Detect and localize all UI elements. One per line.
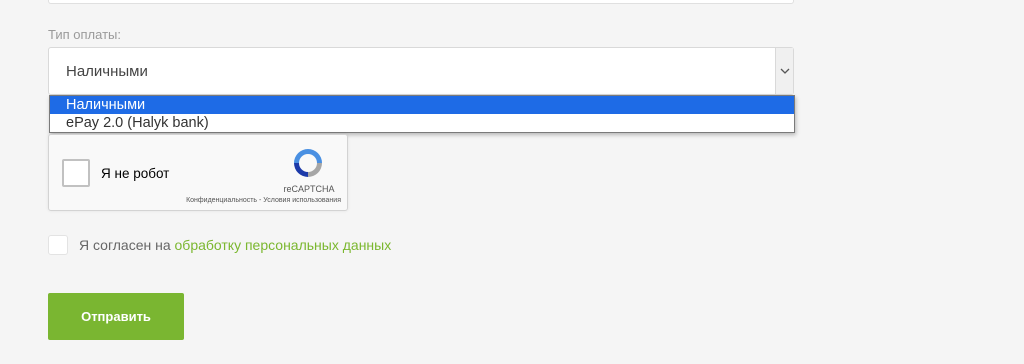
option-epay[interactable]: ePay 2.0 (Halyk bank)	[50, 114, 794, 132]
payment-type-label: Тип оплаты:	[48, 27, 121, 42]
consent-checkbox[interactable]	[48, 235, 68, 255]
payment-type-dropdown: Наличными ePay 2.0 (Halyk bank)	[49, 95, 795, 133]
recaptcha-links[interactable]: Конфиденциальность - Условия использован…	[149, 197, 341, 204]
recaptcha-brand: reCAPTCHA	[283, 184, 335, 194]
recaptcha-checkbox[interactable]	[62, 159, 90, 187]
submit-button[interactable]: Отправить	[48, 293, 184, 340]
recaptcha-widget: Я не робот reCAPTCHA Конфиденциальность …	[48, 134, 348, 211]
recaptcha-logo-icon	[294, 149, 322, 177]
consent-prefix: Я согласен на	[79, 237, 171, 253]
payment-form: Тип оплаты: Наличными Наличными ePay 2.0…	[0, 0, 1024, 364]
payment-type-value: Наличными	[66, 62, 148, 80]
personal-data-link[interactable]: обработку персональных данных	[175, 237, 392, 253]
previous-field[interactable]	[48, 0, 794, 4]
option-cash[interactable]: Наличными	[50, 96, 794, 114]
chevron-down-icon[interactable]	[775, 48, 793, 94]
payment-type-select[interactable]: Наличными	[48, 47, 794, 95]
consent-text: Я согласен на обработку персональных дан…	[79, 237, 391, 253]
recaptcha-label: Я не робот	[101, 166, 170, 181]
